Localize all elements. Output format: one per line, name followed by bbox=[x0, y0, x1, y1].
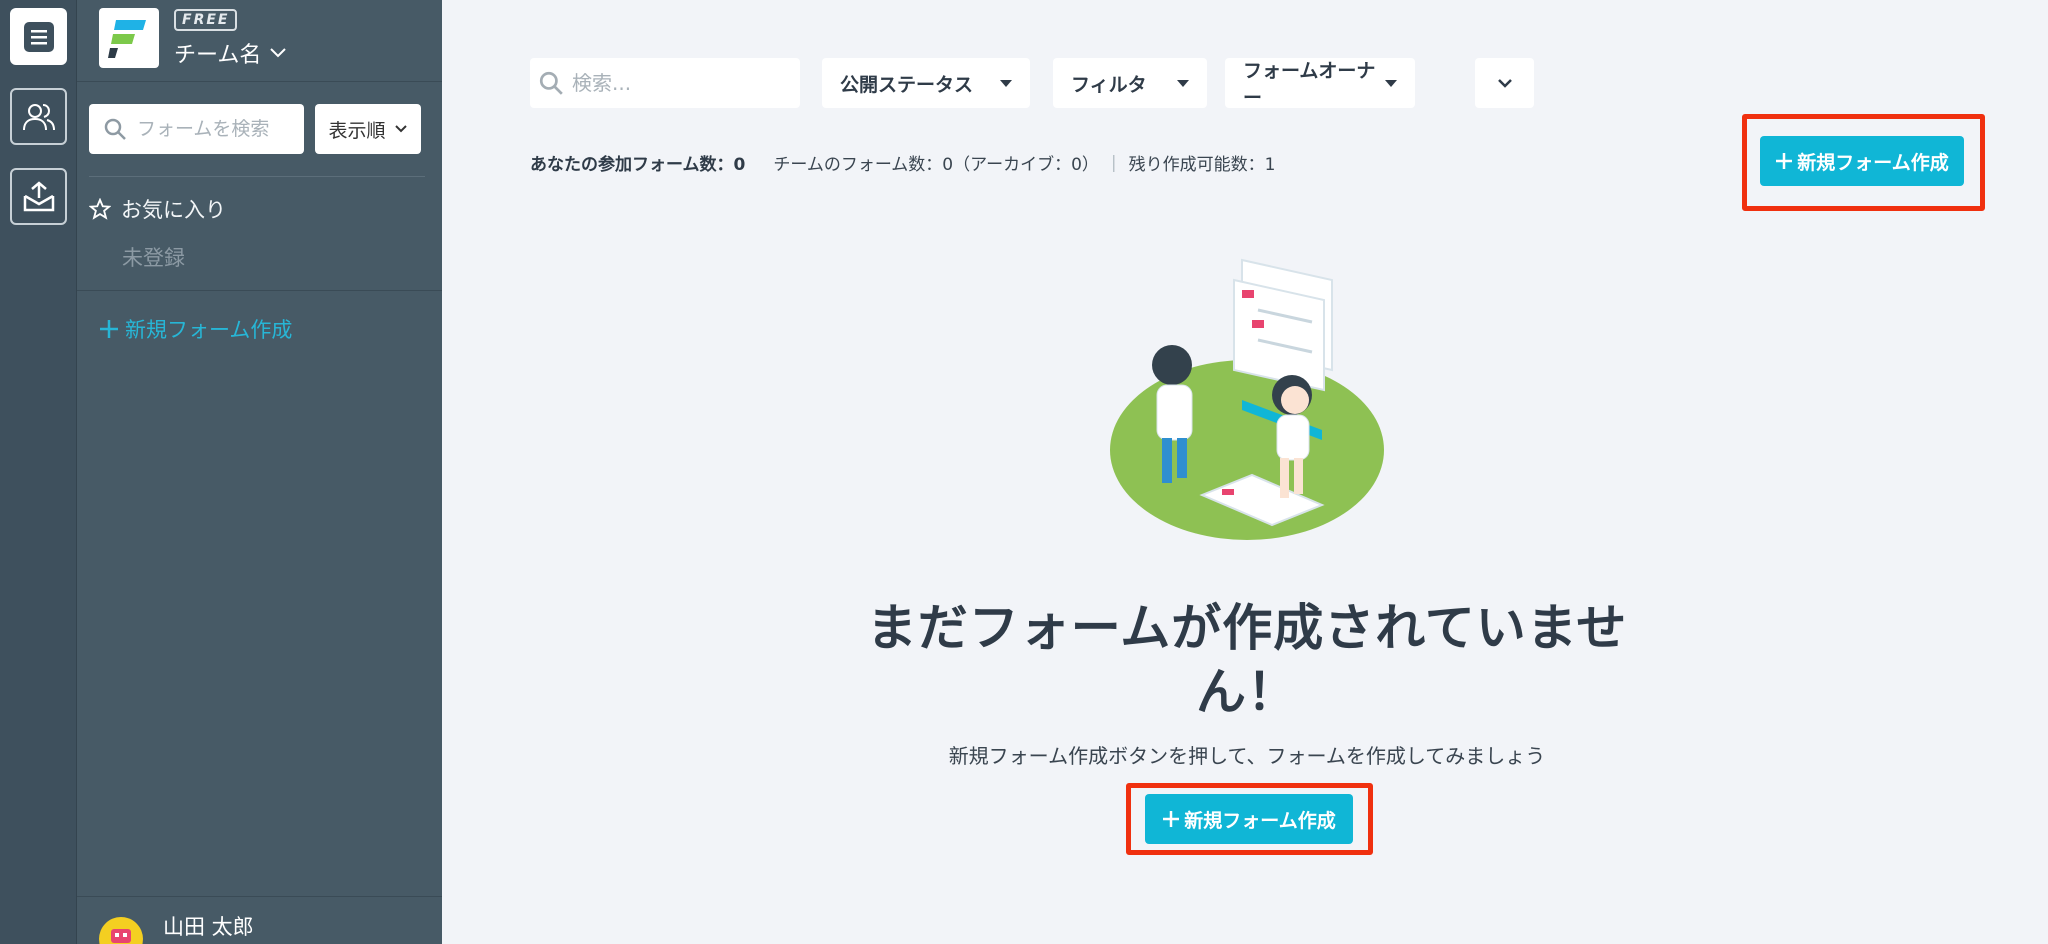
form-search-input[interactable] bbox=[137, 118, 287, 140]
icon-rail bbox=[0, 0, 77, 944]
form-stats: あなたの参加フォーム数：0 チームのフォーム数：0（アーカイブ：0） | 残り作… bbox=[530, 150, 1276, 176]
divider bbox=[89, 176, 425, 177]
empty-state-title: まだフォームが作成されていません！ bbox=[866, 599, 1628, 721]
new-form-button[interactable]: 新規フォーム作成 bbox=[1760, 136, 1964, 186]
favorites-empty-text: 未登録 bbox=[122, 246, 185, 270]
plus-icon bbox=[1776, 153, 1793, 169]
plus-icon bbox=[1163, 811, 1180, 827]
empty-state-illustration bbox=[1110, 258, 1384, 540]
logo-mark-icon bbox=[108, 20, 146, 58]
caret-down-icon bbox=[1385, 79, 1397, 87]
form-search-field[interactable] bbox=[89, 104, 304, 154]
users-icon bbox=[22, 103, 55, 130]
divider bbox=[77, 290, 442, 291]
favorites-header: お気に入り bbox=[89, 194, 226, 224]
more-filters-button[interactable] bbox=[1475, 58, 1534, 108]
members-nav-button[interactable] bbox=[10, 88, 67, 145]
chevron-down-icon bbox=[394, 125, 407, 133]
plan-badge: FREE bbox=[174, 9, 238, 31]
form-owner-dropdown[interactable]: フォームオーナー bbox=[1225, 58, 1415, 109]
participating-count: あなたの参加フォーム数：0 bbox=[530, 155, 746, 175]
avatar bbox=[99, 917, 143, 944]
publish-status-dropdown[interactable]: 公開ステータス bbox=[822, 58, 1030, 108]
chevron-down-icon bbox=[1497, 79, 1512, 88]
sort-order-label: 表示順 bbox=[328, 119, 386, 142]
team-name-label: チーム名 bbox=[174, 43, 262, 68]
inbox-upload-icon bbox=[23, 180, 54, 211]
star-icon bbox=[89, 198, 111, 220]
search-icon bbox=[104, 118, 126, 140]
chevron-down-icon bbox=[270, 48, 287, 58]
remaining-count: 残り作成可能数：1 bbox=[1128, 155, 1276, 175]
forms-nav-button[interactable] bbox=[10, 8, 67, 65]
filter-label: フィルタ bbox=[1071, 73, 1147, 96]
favorites-label: お気に入り bbox=[121, 198, 226, 222]
search-field[interactable] bbox=[530, 58, 800, 108]
team-header: FREE チーム名 bbox=[77, 0, 442, 82]
app-logo bbox=[99, 8, 159, 68]
sidebar-new-form-label: 新規フォーム作成 bbox=[125, 318, 293, 342]
new-form-button-label: 新規フォーム作成 bbox=[1797, 151, 1949, 174]
sidebar: FREE チーム名 表示順 お気に入り 未登録 新規フォーム作成 山田 太郎 bbox=[77, 0, 442, 944]
empty-state-new-form-button[interactable]: 新規フォーム作成 bbox=[1145, 794, 1353, 844]
team-form-count: チームのフォーム数：0（アーカイブ：0） bbox=[773, 155, 1099, 175]
filter-dropdown[interactable]: フィルタ bbox=[1053, 58, 1207, 108]
sort-order-select[interactable]: 表示順 bbox=[315, 104, 421, 154]
team-switcher[interactable]: チーム名 bbox=[174, 37, 287, 69]
avatar-character-icon bbox=[111, 929, 131, 943]
forms-icon bbox=[23, 21, 54, 52]
caret-down-icon bbox=[1177, 79, 1189, 87]
caret-down-icon bbox=[1000, 79, 1012, 87]
user-menu[interactable]: 山田 太郎 bbox=[77, 896, 442, 944]
main-content: 公開ステータス フィルタ フォームオーナー あなたの参加フォーム数：0 チームの… bbox=[442, 0, 2048, 944]
filter-label: フォームオーナー bbox=[1243, 60, 1376, 109]
separator: | bbox=[1110, 152, 1117, 173]
plus-icon bbox=[100, 320, 118, 338]
empty-state-new-form-label: 新規フォーム作成 bbox=[1184, 809, 1336, 832]
filter-label: 公開ステータス bbox=[840, 73, 974, 96]
user-name: 山田 太郎 bbox=[163, 915, 254, 939]
empty-state-subtitle: 新規フォーム作成ボタンを押して、フォームを作成してみましょう bbox=[948, 744, 1546, 768]
search-icon bbox=[539, 71, 563, 95]
export-nav-button[interactable] bbox=[10, 168, 67, 225]
search-input[interactable] bbox=[572, 71, 792, 95]
sidebar-new-form-link[interactable]: 新規フォーム作成 bbox=[99, 314, 292, 344]
